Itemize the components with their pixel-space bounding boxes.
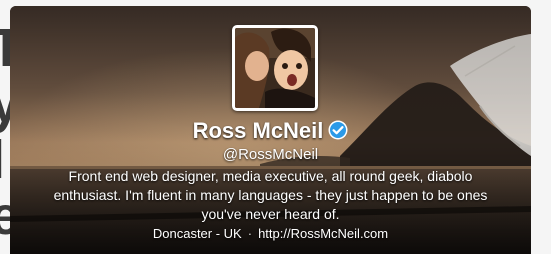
bio-line: you've never heard of. [201,206,340,222]
screen-name[interactable]: @RossMcNeil [10,146,531,163]
profile-bio: Front end web designer, media executive,… [30,167,511,224]
profile-header-card: Ross McNeil @RossMcNeil Front end web de… [10,6,531,254]
verified-check-icon [328,120,348,140]
profile-location: Doncaster - UK [152,226,242,241]
avatar[interactable] [232,25,318,111]
profile-page: T y l e [0,0,551,254]
separator-dot: · [247,226,253,241]
profile-name-row: Ross McNeil [10,118,531,144]
profile-name[interactable]: Ross McNeil [193,118,324,144]
location-url-row: Doncaster - UK · http://RossMcNeil.com [10,226,531,241]
bio-line: Front end web designer, media executive,… [68,168,473,184]
profile-url-link[interactable]: http://RossMcNeil.com [258,226,388,241]
bio-line: enthusiast. I'm fluent in many languages… [53,187,488,203]
